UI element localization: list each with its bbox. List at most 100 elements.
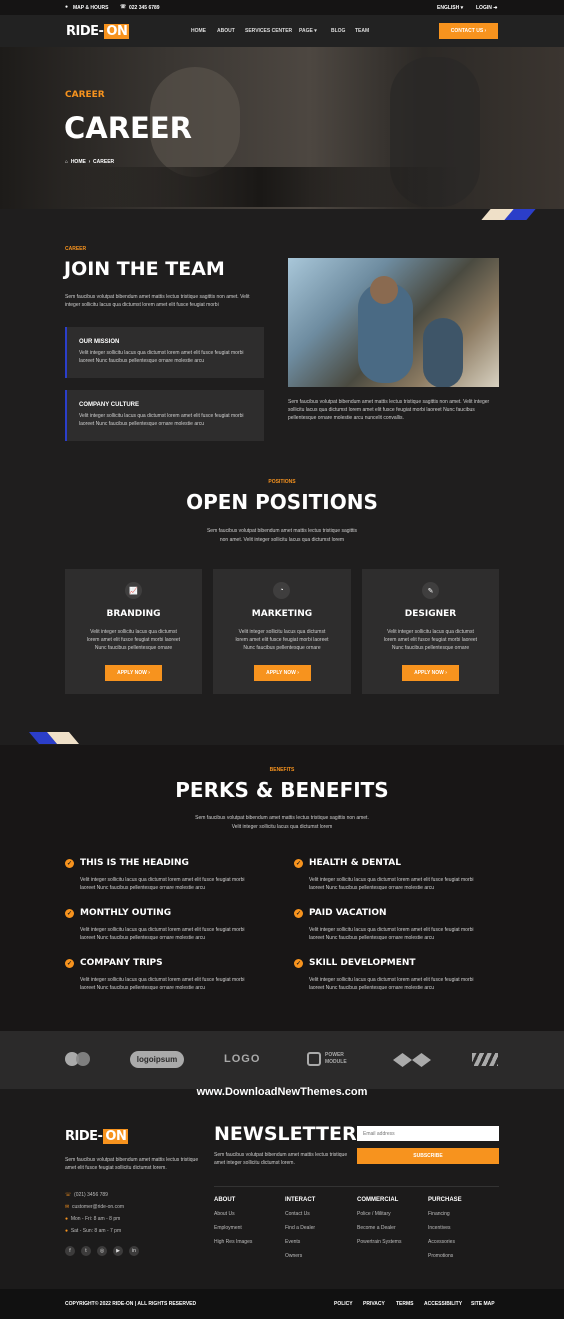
subscribe-button[interactable]: SUBSCRIBE — [357, 1148, 499, 1164]
apply-now-label: APPLY NOW — [117, 670, 147, 676]
check-circle-icon: ✓ — [294, 909, 303, 918]
bottom-link-sitemap[interactable]: SITE MAP — [471, 1301, 495, 1307]
footer-col-purchase: PURCHASE Financing Incentives Accessorie… — [428, 1197, 462, 1259]
footer-link[interactable]: Events — [285, 1239, 315, 1245]
apply-now-label: APPLY NOW — [266, 670, 296, 676]
contact-us-label: CONTACT US — [450, 28, 484, 34]
brand-logo-logoipsum: logoipsum — [130, 1051, 184, 1068]
main-nav: RIDE- ON HOME ABOUT SERVICES CENTER PAGE … — [0, 15, 564, 47]
position-card-branding: 📈 BRANDING Velit integer sollicitu lacus… — [65, 569, 202, 694]
apply-now-button[interactable]: APPLY NOW › — [402, 665, 459, 681]
footer-email[interactable]: ✉ customer@ride-on.com — [65, 1204, 124, 1210]
join-title: JOIN THE TEAM — [64, 258, 225, 280]
chart-icon: 📈 — [125, 582, 142, 599]
map-hours-link[interactable]: MAP & HOURS — [73, 5, 108, 11]
site-logo[interactable]: RIDE- ON — [66, 24, 130, 39]
footer-link[interactable]: Employment — [214, 1225, 252, 1231]
bottom-link-terms[interactable]: TERMS — [396, 1301, 414, 1307]
breadcrumb-home[interactable]: HOME — [71, 159, 86, 165]
bottom-link-policy[interactable]: POLICY — [334, 1301, 353, 1307]
bottom-link-privacy[interactable]: PRIVACY — [363, 1301, 385, 1307]
photo-caption: Sem faucibus volutpat bibendum amet matt… — [288, 399, 490, 421]
position-text: Nunc faucibus pellentesque ornare — [94, 645, 173, 651]
check-circle-icon: ✓ — [65, 859, 74, 868]
topbar-phone[interactable]: 022 345 6789 — [129, 5, 160, 11]
mission-title: OUR MISSION — [79, 339, 120, 345]
language-select[interactable]: ENGLISH ▾ — [437, 5, 463, 11]
bottom-link-accessibility[interactable]: ACCESSIBILITY — [424, 1301, 462, 1307]
footer-logo[interactable]: RIDE- ON — [65, 1129, 129, 1144]
login-link[interactable]: LOGIN ➜ — [476, 5, 497, 11]
newsletter-email-input[interactable] — [357, 1126, 499, 1141]
check-circle-icon: ✓ — [294, 959, 303, 968]
benefits-text-2: Velit integer sollicitu lacus qua dictum… — [231, 824, 333, 830]
twitter-icon[interactable]: t — [81, 1246, 91, 1256]
nav-blog[interactable]: BLOG — [331, 28, 345, 34]
brand-logo-power: POWER MODULE — [325, 1052, 347, 1066]
footer-link[interactable]: Financing — [428, 1211, 462, 1217]
footer-link[interactable]: Promotions — [428, 1253, 462, 1259]
login-label: LOGIN — [476, 5, 492, 11]
chevron-down-icon: ▾ — [460, 5, 464, 11]
footer-link[interactable]: About Us — [214, 1211, 252, 1217]
benefit-title: THIS IS THE HEADING — [80, 858, 189, 868]
benefit-text: Velit integer sollicitu lacus qua dictum… — [80, 877, 245, 883]
benefits-text-1: Sem faucibus volutpat bibendum amet matt… — [195, 815, 369, 821]
footer-phone[interactable]: ☏ (021) 3456 789 — [65, 1192, 108, 1198]
position-title: MARKETING — [251, 609, 313, 619]
footer-link[interactable]: Contact Us — [285, 1211, 315, 1217]
footer-link[interactable]: Find a Dealer — [285, 1225, 315, 1231]
benefit-text: laoreet Nunc faucibus pellentesque ornar… — [309, 885, 435, 891]
benefit-title: MONTHLY OUTING — [80, 908, 172, 918]
nav-about[interactable]: ABOUT — [217, 28, 235, 34]
logo-text: RIDE- — [65, 1129, 103, 1144]
bottom-bar: COPYRIGHT© 2022 RIDE-ON | ALL RIGHTS RES… — [0, 1289, 564, 1319]
instagram-icon[interactable]: ◎ — [97, 1246, 107, 1256]
apply-now-label: APPLY NOW — [414, 670, 444, 676]
position-text: Nunc faucibus pellentesque ornare — [391, 645, 470, 651]
footer-link[interactable]: Accessories — [428, 1239, 462, 1245]
benefit-text: laoreet Nunc faucibus pellentesque ornar… — [80, 985, 206, 991]
footer-link[interactable]: Become a Dealer — [357, 1225, 401, 1231]
footer-col-title: PURCHASE — [428, 1197, 462, 1203]
benefits-eyebrow: BENEFITS — [269, 767, 295, 773]
photo-figure-shape — [423, 318, 463, 387]
footer-link[interactable]: Powertrain Systems — [357, 1239, 401, 1245]
positions-text-1: Sem faucibus volutpat bibendum amet matt… — [206, 528, 358, 534]
positions-text-2: non amet. Velit integer sollicitu lacus … — [219, 537, 345, 543]
nav-team[interactable]: TEAM — [355, 28, 369, 34]
apply-now-button[interactable]: APPLY NOW › — [105, 665, 162, 681]
join-text: Sem faucibus volutpat bibendum amet matt… — [65, 294, 250, 308]
footer-col-title: ABOUT — [214, 1197, 236, 1203]
apply-now-button[interactable]: APPLY NOW › — [254, 665, 311, 681]
brand-logo-text: POWER — [325, 1052, 344, 1058]
linkedin-icon[interactable]: in — [129, 1246, 139, 1256]
footer-link[interactable]: Owners — [285, 1253, 315, 1259]
nav-page[interactable]: PAGE ▾ — [299, 28, 317, 34]
footer-link[interactable]: Incentives — [428, 1225, 462, 1231]
benefit-text: Velit integer sollicitu lacus qua dictum… — [309, 977, 474, 983]
login-icon: ➜ — [493, 5, 498, 11]
position-card-designer: ✎ DESIGNER Velit integer sollicitu lacus… — [362, 569, 499, 694]
youtube-icon[interactable]: ▶ — [113, 1246, 123, 1256]
nav-home[interactable]: HOME — [191, 28, 206, 34]
subscribe-label: SUBSCRIBE — [413, 1153, 443, 1159]
footer-link[interactable]: High Res Images — [214, 1239, 252, 1245]
clock-icon: ● — [65, 1228, 69, 1234]
top-bar: ● MAP & HOURS ☏ 022 345 6789 ENGLISH ▾ L… — [0, 0, 564, 15]
nav-services[interactable]: SERVICES CENTER — [245, 28, 292, 34]
footer-link[interactable]: Police / Military — [357, 1211, 401, 1217]
contact-us-button[interactable]: CONTACT US › — [439, 23, 498, 39]
mission-card: OUR MISSION Velit integer sollicitu lacu… — [65, 327, 264, 378]
join-eyebrow: CAREER — [65, 246, 87, 252]
check-circle-icon: ✓ — [65, 909, 74, 918]
facebook-icon[interactable]: f — [65, 1246, 75, 1256]
culture-card: COMPANY CULTURE Velit integer sollicitu … — [65, 390, 264, 441]
footer-col-title: COMMERCIAL — [357, 1197, 399, 1203]
brand-logo-text: logoipsum — [136, 1055, 178, 1064]
culture-title: COMPANY CULTURE — [79, 402, 139, 408]
brand-logo-wave — [393, 1053, 431, 1067]
position-text: Velit integer sollicitu lacus qua dictum… — [238, 629, 326, 635]
culture-text: Velit integer sollicitu lacus qua dictum… — [79, 413, 244, 427]
footer-about-text: Sem faucibus volutpat bibendum amet matt… — [65, 1157, 199, 1171]
